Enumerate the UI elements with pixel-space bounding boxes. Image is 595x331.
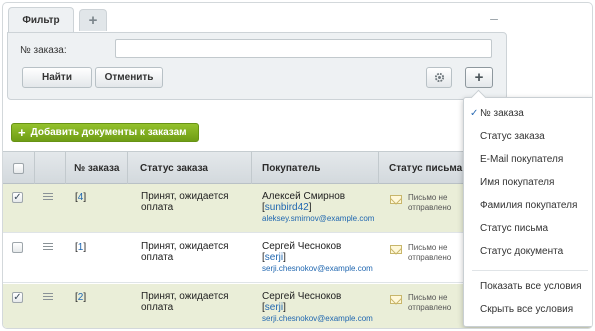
select-all-cell	[3, 152, 35, 184]
menu-item-buyer-surname[interactable]: Фамилия покупателя	[480, 200, 577, 211]
row-checkbox[interactable]: ✓	[12, 292, 23, 303]
menu-item-order-number[interactable]: ✓ № заказа	[470, 108, 524, 119]
order-number[interactable]: [1]	[75, 242, 86, 253]
cancel-button[interactable]: Отменить	[95, 67, 163, 88]
buyer-email[interactable]: aleksey.smirnov@example.com	[262, 214, 374, 223]
tab-filter[interactable]: Фильтр	[8, 7, 74, 33]
add-documents-label: Добавить документы к заказам	[30, 127, 187, 138]
order-number-input[interactable]	[115, 39, 492, 58]
order-number[interactable]: [4]	[75, 192, 86, 203]
buyer-name: Сергей Чесноков	[262, 291, 342, 302]
column-header-letter-status[interactable]: Статус письма	[379, 152, 469, 184]
menu-item-show-all[interactable]: Показать все условия	[480, 281, 582, 292]
order-status: Принят, ожидается оплата	[141, 191, 229, 213]
actions-column-header	[35, 152, 66, 184]
order-number-label: № заказа:	[20, 45, 67, 56]
menu-item-label: № заказа	[480, 108, 524, 119]
buyer-email[interactable]: serji.chesnokov@example.com	[262, 264, 373, 273]
menu-item-letter-status[interactable]: Статус письма	[480, 223, 548, 234]
buyer-name: Сергей Чесноков	[262, 241, 342, 252]
column-header-buyer[interactable]: Покупатель	[252, 152, 379, 184]
select-all-checkbox[interactable]	[13, 162, 24, 174]
row-checkbox[interactable]	[12, 242, 23, 253]
add-condition-button[interactable]: +	[465, 67, 493, 88]
row-checkbox[interactable]: ✓	[12, 192, 23, 203]
check-icon: ✓	[470, 108, 479, 119]
collapse-filter-icon[interactable]: –	[487, 11, 501, 25]
order-link[interactable]: 2	[78, 292, 84, 303]
order-link[interactable]: 1	[78, 242, 84, 253]
column-header-order[interactable]: № заказа	[66, 152, 128, 184]
filter-panel: Фильтр + – № заказа: Найти Отменить +	[7, 3, 507, 100]
order-link[interactable]: 4	[78, 192, 84, 203]
orders-window: Фильтр + – № заказа: Найти Отменить + + …	[2, 2, 593, 329]
menu-item-buyer-email[interactable]: E-Mail покупателя	[480, 154, 563, 165]
menu-item-order-status[interactable]: Статус заказа	[480, 131, 545, 142]
buyer-login-link[interactable]: serji	[265, 302, 283, 313]
buyer-cell: Сергей Чесноков [serji] serji.chesnokov@…	[262, 291, 373, 323]
buyer-cell: Алексей Смирнов [sunbird42] aleksey.smir…	[262, 191, 375, 223]
settings-button[interactable]	[426, 67, 452, 88]
add-documents-button[interactable]: + Добавить документы к заказам	[11, 123, 199, 142]
filter-body: № заказа: Найти Отменить +	[7, 32, 507, 100]
letter-status: Письмо не отправлено	[408, 243, 452, 262]
row-menu-icon[interactable]	[43, 243, 53, 251]
menu-item-document-status[interactable]: Статус документа	[480, 246, 563, 257]
envelope-icon	[390, 295, 402, 304]
plus-icon: +	[18, 125, 26, 140]
envelope-icon	[390, 195, 402, 204]
gear-icon	[434, 72, 444, 83]
buyer-name: Алексей Смирнов	[262, 191, 346, 202]
letter-status: Письмо не отправлено	[408, 293, 452, 312]
buyer-cell: Сергей Чесноков [serji] serji.chesnokov@…	[262, 241, 373, 273]
row-menu-icon[interactable]	[43, 293, 53, 301]
menu-divider	[472, 270, 588, 271]
order-status: Принят, ожидается оплата	[141, 291, 229, 313]
order-status: Принят, ожидается оплата	[141, 241, 229, 263]
column-header-status[interactable]: Статус заказа	[128, 152, 252, 184]
envelope-icon	[390, 245, 402, 254]
menu-item-hide-all[interactable]: Скрыть все условия	[480, 304, 573, 315]
row-menu-icon[interactable]	[43, 193, 53, 201]
buyer-email[interactable]: serji.chesnokov@example.com	[262, 314, 373, 323]
buyer-login-link[interactable]: serji	[265, 252, 283, 263]
menu-item-buyer-name[interactable]: Имя покупателя	[480, 177, 554, 188]
conditions-dropdown: ✓ № заказа Статус заказа E-Mail покупате…	[463, 97, 592, 327]
find-button[interactable]: Найти	[22, 67, 92, 88]
buyer-login-link[interactable]: sunbird42	[265, 202, 309, 213]
letter-status: Письмо не отправлено	[408, 193, 452, 212]
order-number[interactable]: [2]	[75, 292, 86, 303]
add-filter-tab-button[interactable]: +	[79, 9, 107, 31]
